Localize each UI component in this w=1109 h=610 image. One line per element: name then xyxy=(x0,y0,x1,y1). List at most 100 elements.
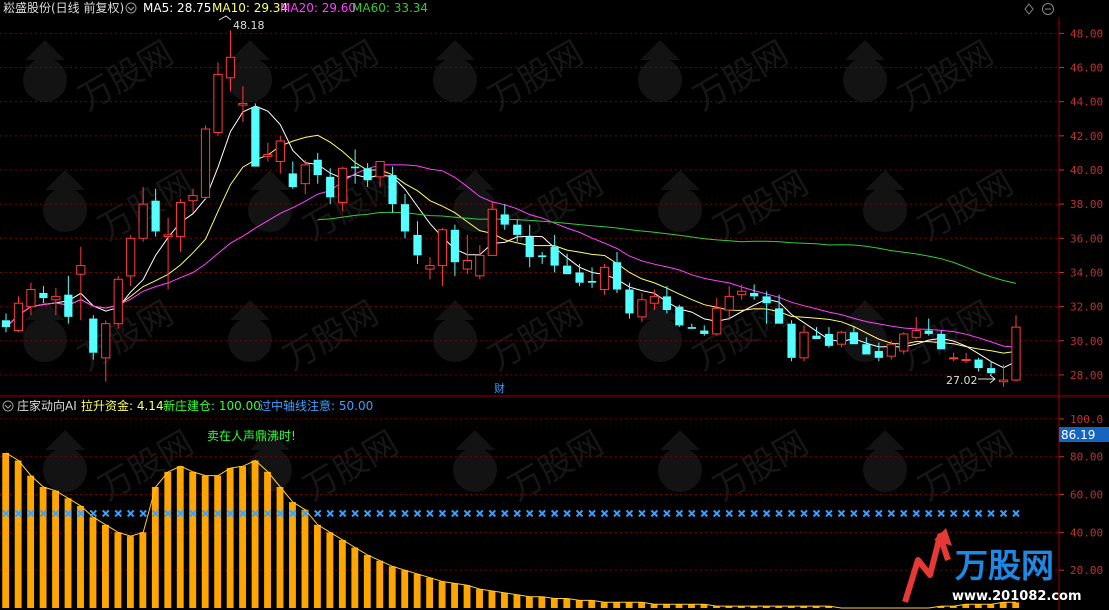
candle-body-down xyxy=(525,236,534,258)
candle-body-down xyxy=(787,323,796,358)
orange-bar xyxy=(14,460,22,608)
price-tick-label: 40.00 xyxy=(1070,164,1103,177)
orange-bar xyxy=(613,602,621,608)
orange-bar xyxy=(176,466,184,608)
candle-body-up xyxy=(886,343,896,357)
orange-bar xyxy=(151,486,159,608)
price-tick-label: 28.00 xyxy=(1070,369,1103,382)
orange-bar xyxy=(313,524,321,608)
ma5-label: MA5: 28.75 xyxy=(143,1,211,15)
candle-body-down xyxy=(849,332,859,345)
orange-bar xyxy=(52,490,59,608)
orange-bar xyxy=(675,604,683,608)
orange-bar xyxy=(575,600,583,608)
candle-body-up xyxy=(51,295,61,301)
candle-body-up xyxy=(899,333,909,352)
orange-bar xyxy=(114,532,122,608)
orange-bar xyxy=(363,555,371,608)
orange-bar xyxy=(239,466,247,608)
stock-title[interactable]: 崧盛股份(日线 前复权) xyxy=(3,0,124,15)
orange-bar xyxy=(301,509,309,608)
candle-body-down xyxy=(513,224,522,235)
orange-bar xyxy=(563,598,571,608)
candle-body-up xyxy=(275,140,285,162)
mascot-icon xyxy=(23,318,67,362)
orange-bar xyxy=(264,471,271,608)
orange-bar xyxy=(438,581,446,608)
candle-body-up xyxy=(724,295,734,311)
orange-bar xyxy=(688,604,695,608)
orange-bar xyxy=(376,560,384,608)
price-tick-label: 34.00 xyxy=(1070,266,1103,279)
candle-body-down xyxy=(251,106,260,167)
candle-body-down xyxy=(151,200,160,232)
candle-body-down xyxy=(774,308,784,324)
low-price-label: 27.02 xyxy=(946,374,978,387)
orange-bar xyxy=(214,475,222,608)
candle-body-down xyxy=(575,272,584,283)
candle-body-down xyxy=(89,318,98,353)
candle-body-up xyxy=(225,56,236,79)
candle-body-down xyxy=(313,159,322,176)
candle-body-up xyxy=(437,229,448,267)
candle-body-down xyxy=(562,265,572,275)
candle-body-up xyxy=(649,295,660,304)
candle-body-up xyxy=(599,266,610,291)
candle-body-up xyxy=(425,265,435,270)
lift-funds-label: 拉升资金: 4.14 xyxy=(81,398,164,413)
candle-body-down xyxy=(974,359,983,369)
candlestick xyxy=(787,320,796,362)
candle-body-down xyxy=(363,168,372,181)
candlestick xyxy=(899,332,909,355)
candlestick xyxy=(251,103,260,167)
candle-body-up xyxy=(300,164,310,185)
candlestick xyxy=(487,202,497,256)
orange-bar xyxy=(488,590,496,608)
mascot-icon xyxy=(43,448,87,492)
orange-bar xyxy=(550,598,558,608)
candle-body-down xyxy=(538,255,547,258)
price-tick-label: 30.00 xyxy=(1070,335,1103,348)
candle-body-down xyxy=(39,292,48,299)
orange-bar xyxy=(650,604,658,608)
candle-body-up xyxy=(175,201,186,238)
indicator-tick-label: 40.00 xyxy=(1070,526,1103,539)
indicator-name[interactable]: 庄家动向AI xyxy=(17,398,77,413)
candlestick xyxy=(675,304,684,328)
mascot-icon xyxy=(23,58,67,102)
candle-body-up xyxy=(637,299,647,318)
ma20-label: MA20: 29.60 xyxy=(280,1,356,15)
candle-body-up xyxy=(101,323,111,359)
price-tick-label: 42.00 xyxy=(1070,130,1103,143)
candle-body-down xyxy=(662,296,671,311)
orange-bar xyxy=(625,602,633,608)
candle-body-down xyxy=(413,234,422,256)
mascot-icon xyxy=(43,188,87,232)
mascot-icon xyxy=(433,58,477,102)
candle-body-up xyxy=(263,154,273,157)
candle-body-up xyxy=(163,234,173,238)
indicator-tick-label: 80.00 xyxy=(1070,451,1103,464)
sell-signal-label: 卖在人声鼎沸时! xyxy=(207,429,296,443)
candle-body-down xyxy=(400,204,410,232)
orange-bar xyxy=(426,577,434,608)
candle-body-down xyxy=(862,344,871,355)
orange-bar xyxy=(463,585,471,608)
ma60-label: MA60: 33.34 xyxy=(352,1,428,15)
candle-body-up xyxy=(76,265,86,275)
cai-marker[interactable]: 财 xyxy=(494,381,505,395)
new-position-label: 新庄建仓: 100.00 xyxy=(163,398,261,413)
orange-bar xyxy=(388,566,396,608)
candle-body-up xyxy=(799,331,809,359)
candle-body-down xyxy=(500,214,509,225)
candle-body-down xyxy=(587,280,597,283)
orange-bar xyxy=(89,517,97,608)
candle-body-down xyxy=(625,289,634,314)
candle-body-down xyxy=(812,335,821,340)
orange-bar xyxy=(538,596,546,608)
candle-body-down xyxy=(986,368,996,374)
orange-bar xyxy=(663,604,670,608)
mascot-icon xyxy=(248,188,292,232)
candle-body-up xyxy=(961,359,971,362)
brand-site: www.201082.com xyxy=(952,589,1082,604)
